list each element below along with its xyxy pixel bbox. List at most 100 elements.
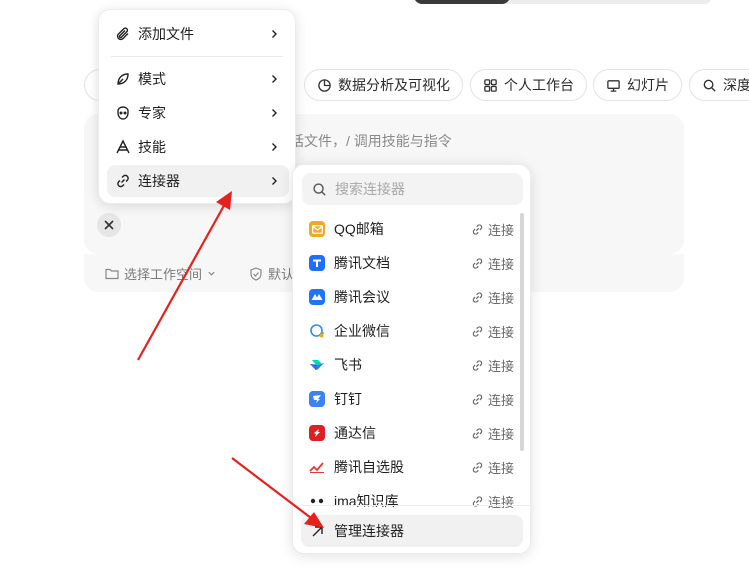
connect-label: 连接 xyxy=(487,222,514,238)
wecom-logo-icon xyxy=(309,323,325,339)
folder-icon xyxy=(105,268,119,280)
chip-data-analysis[interactable]: 数据分析及可视化 xyxy=(304,69,463,101)
connector-dingtalk[interactable]: 钉钉 连接 xyxy=(309,382,514,416)
connect-label: 连接 xyxy=(487,324,514,340)
connector-name: ima知识库 xyxy=(334,493,399,509)
connect-label: 连接 xyxy=(487,358,514,374)
connect-button[interactable]: 连接 xyxy=(471,288,514,307)
chip-label: 数据分析及可视化 xyxy=(338,77,450,93)
chip-workbench[interactable]: 个人工作台 xyxy=(470,69,587,101)
connect-label: 连接 xyxy=(487,460,514,476)
connect-button[interactable]: 连接 xyxy=(471,390,514,409)
link-icon xyxy=(472,461,483,473)
connect-label: 连接 xyxy=(487,256,514,272)
menu-item-skill[interactable]: 技能 xyxy=(107,131,289,163)
chevron-right-icon xyxy=(272,177,277,185)
chevron-right-icon xyxy=(272,143,277,151)
chevron-right-icon xyxy=(272,109,277,117)
composer-placeholder[interactable]: 话文件，/ 调用技能与指令 xyxy=(290,131,452,151)
paperclip-icon xyxy=(116,27,129,41)
connect-button[interactable]: 连接 xyxy=(471,492,514,511)
connector-search-input[interactable]: 搜索连接器 xyxy=(302,173,523,205)
chip-label: 深度 xyxy=(723,77,749,93)
connector-menu: 搜索连接器 QQ邮箱 连接 腾讯文档 连接 腾讯会议 连接 企业微信 连接 飞书… xyxy=(292,164,531,554)
connect-label: 连接 xyxy=(487,392,514,408)
connect-button[interactable]: 连接 xyxy=(471,356,514,375)
connector-ima[interactable]: ima知识库 连接 xyxy=(309,484,514,518)
connector-name: 腾讯自选股 xyxy=(334,459,404,475)
connector-name: 飞书 xyxy=(334,357,362,373)
chip-label: 个人工作台 xyxy=(504,77,574,93)
connect-label: 连接 xyxy=(487,426,514,442)
ima-logo-icon xyxy=(309,493,325,509)
chip-slides[interactable]: 幻灯片 xyxy=(593,69,682,101)
connector-feishu[interactable]: 飞书 连接 xyxy=(309,348,514,382)
dingtalk-logo-icon xyxy=(309,391,325,407)
manage-connectors-label: 管理连接器 xyxy=(334,523,404,539)
attach-menu: 添加文件 模式 专家 技能 连接器 xyxy=(98,9,296,204)
connect-button[interactable]: 连接 xyxy=(471,458,514,477)
workspace-selector[interactable]: 选择工作空间 xyxy=(105,264,216,283)
connect-label: 连接 xyxy=(487,290,514,306)
menu-item-label: 模式 xyxy=(138,71,166,87)
default-selector[interactable]: 默认 xyxy=(249,264,294,283)
connector-qq-mail[interactable]: QQ邮箱 连接 xyxy=(309,212,514,246)
menu-item-expert[interactable]: 专家 xyxy=(107,97,289,129)
menu-divider xyxy=(293,505,530,506)
menu-item-label: 专家 xyxy=(138,105,166,121)
arrow-up-right-icon xyxy=(312,525,323,536)
connector-wecom[interactable]: 企业微信 连接 xyxy=(309,314,514,348)
manage-connectors-button[interactable]: 管理连接器 xyxy=(301,515,523,547)
search-placeholder: 搜索连接器 xyxy=(335,181,405,197)
link-icon xyxy=(472,325,483,337)
link-icon xyxy=(472,291,483,303)
connector-name: 企业微信 xyxy=(334,323,390,339)
shield-check-icon xyxy=(250,266,262,281)
connector-name: 钉钉 xyxy=(334,391,362,407)
connect-button[interactable]: 连接 xyxy=(471,220,514,239)
connect-label: 连接 xyxy=(487,494,514,510)
connect-button[interactable]: 连接 xyxy=(471,424,514,443)
menu-item-label: 连接器 xyxy=(138,173,180,189)
connector-name: 通达信 xyxy=(334,425,376,441)
menu-item-mode[interactable]: 模式 xyxy=(107,63,289,95)
connector-scrollbar[interactable] xyxy=(520,213,524,451)
connector-tdx[interactable]: 通达信 连接 xyxy=(309,416,514,450)
chevron-right-icon xyxy=(272,30,277,38)
link-icon xyxy=(472,223,483,235)
link-icon xyxy=(472,393,483,405)
chip-label: 幻灯片 xyxy=(627,77,669,93)
pie-chart-icon xyxy=(318,78,331,92)
top-toggle-left[interactable] xyxy=(414,0,510,4)
workspace-label: 选择工作空间 xyxy=(124,267,203,282)
tencent-stocks-logo-icon xyxy=(309,459,325,475)
connect-button[interactable]: 连接 xyxy=(471,254,514,273)
default-label: 默认 xyxy=(268,267,295,282)
search-icon xyxy=(313,182,326,196)
connector-tencent-docs[interactable]: 腾讯文档 连接 xyxy=(309,246,514,280)
connect-button[interactable]: 连接 xyxy=(471,322,514,341)
tencent-docs-logo-icon xyxy=(309,255,325,271)
slides-icon xyxy=(607,79,620,92)
menu-item-add-file[interactable]: 添加文件 xyxy=(107,18,289,50)
link-icon xyxy=(472,427,483,439)
menu-item-label: 技能 xyxy=(138,139,166,155)
tdx-logo-icon xyxy=(309,425,325,441)
qq-mail-logo-icon xyxy=(309,221,325,237)
leaf-icon xyxy=(117,73,129,85)
chip-deep-search[interactable]: 深度 xyxy=(689,69,749,101)
menu-item-label: 添加文件 xyxy=(138,26,194,42)
connector-tencent-meeting[interactable]: 腾讯会议 连接 xyxy=(309,280,514,314)
link-icon xyxy=(472,257,483,269)
search-icon xyxy=(703,79,716,92)
close-button[interactable] xyxy=(97,213,121,237)
top-toggle-right[interactable] xyxy=(498,0,712,4)
connector-tencent-stocks[interactable]: 腾讯自选股 连接 xyxy=(309,450,514,484)
chevron-right-icon xyxy=(272,75,277,83)
menu-item-connector[interactable]: 连接器 xyxy=(107,165,289,197)
link-icon xyxy=(117,174,129,188)
connector-name: QQ邮箱 xyxy=(334,221,384,237)
expert-icon xyxy=(117,106,129,120)
close-icon xyxy=(104,220,114,230)
connector-name: 腾讯会议 xyxy=(334,289,390,305)
